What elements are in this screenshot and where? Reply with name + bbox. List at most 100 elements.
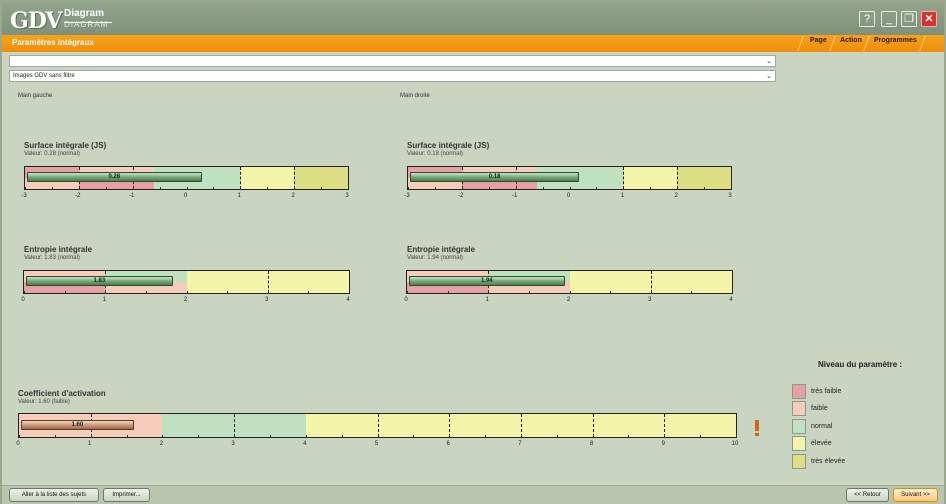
gauge-minor-tick (132, 187, 134, 189)
gauge-value-bar: 1.94 (409, 276, 565, 286)
title-bar: GDV Diagram DIAGRAM ? _ ❐ ✕ (2, 2, 944, 35)
gauge-zone (294, 167, 348, 189)
gauge-minor-tick (528, 291, 530, 293)
gauge-tick-label: 9 (661, 441, 665, 447)
gauge-tick-label: 8 (589, 441, 594, 447)
image-filter-value: Images GDV sans filtre (13, 73, 75, 79)
menu-programmes[interactable]: Programmes (874, 37, 917, 44)
gauge-tick-label: 2 (183, 297, 188, 303)
entropie-left-gauge: 1.83 (23, 270, 350, 294)
gauge-tick-label: 2 (566, 297, 571, 303)
help-icon[interactable]: ? (859, 11, 875, 27)
gauge-minor-tick (64, 291, 66, 293)
next-button[interactable]: Suivant >> (893, 488, 938, 502)
gauge-tick-label: -1 (511, 193, 518, 199)
gauge-gridline (294, 167, 296, 189)
gauge-minor-tick (413, 435, 415, 437)
gauge-minor-tick (186, 291, 188, 293)
warning-icon (755, 420, 759, 436)
gauge-minor-tick (515, 187, 517, 189)
gauge-minor-tick (341, 435, 343, 437)
gauge-minor-tick (321, 187, 323, 189)
restore-icon[interactable]: ❐ (901, 11, 917, 27)
surface-left-gauge: 0.28 (24, 166, 349, 190)
subjects-list-button[interactable]: Aller à la liste des sujets (9, 488, 99, 502)
close-icon[interactable]: ✕ (921, 11, 937, 27)
activation-title: Coefficient d'activation (18, 389, 106, 398)
entropie-right-gauge: 1.94 (406, 270, 733, 294)
gauge-gridline (234, 414, 236, 437)
gauge-minor-tick (24, 291, 25, 293)
legend-label: très élevée (811, 458, 846, 465)
surface-right-gauge: 0.18 (407, 166, 732, 190)
menu-separator (829, 36, 841, 51)
back-button[interactable]: << Retour (846, 488, 889, 502)
gauge-tick-label: 1 (485, 297, 489, 303)
app-logo: GDV (10, 8, 63, 34)
legend-label: normal (811, 423, 833, 430)
gauge-tick-label: 4 (346, 297, 350, 303)
gauge-minor-tick (90, 435, 92, 437)
gauge-gridline (520, 414, 522, 437)
gauge-minor-tick (488, 291, 490, 293)
gauge-value-bar: 0.28 (27, 172, 202, 182)
gauge-minor-tick (650, 187, 652, 189)
gauge-tick-label: -3 (21, 193, 27, 199)
legend-title: Niveau du paramètre : (818, 360, 903, 369)
legend-swatch (792, 436, 806, 451)
legend-item-faible: faible (792, 401, 932, 416)
subject-select[interactable]: ⌄ (9, 55, 776, 67)
gauge-tick-label: 3 (345, 193, 349, 199)
gauge-minor-tick (348, 187, 349, 189)
gauge-minor-tick (267, 187, 269, 189)
app-subname: DIAGRAM (64, 20, 109, 29)
legend-swatch (792, 454, 806, 469)
menu-separator (797, 36, 809, 51)
legend-swatch (792, 384, 806, 399)
chevron-down-icon: ⌄ (766, 73, 772, 80)
gauge-minor-tick (186, 187, 188, 189)
legend-item-tres-faible: très faible (792, 384, 932, 399)
chevron-down-icon: ⌄ (766, 58, 772, 65)
image-filter-select[interactable]: Images GDV sans filtre ⌄ (9, 70, 776, 82)
gauge-minor-tick (628, 435, 630, 437)
entropie-right-title: Entropie intégrale (407, 245, 476, 254)
gauge-tick-label: 1 (620, 193, 624, 199)
gauge-minor-tick (623, 187, 625, 189)
menu-action[interactable]: Action (840, 37, 862, 44)
menu-separator (919, 36, 931, 51)
gauge-minor-tick (700, 435, 702, 437)
entropie-right-value: Valeur: 1.94 (normal) (407, 255, 463, 261)
gauge-tick-label: -3 (404, 193, 410, 199)
gauge-minor-tick (691, 291, 693, 293)
gauge-minor-tick (542, 187, 544, 189)
gauge-minor-tick (198, 435, 200, 437)
legend-swatch (792, 401, 806, 416)
gauge-minor-tick (408, 187, 409, 189)
gauge-minor-tick (267, 291, 269, 293)
gauge-tick-label: 3 (265, 297, 269, 303)
menu-page[interactable]: Page (810, 37, 827, 44)
gauge-minor-tick (234, 435, 236, 437)
gauge-gridline (664, 414, 666, 437)
gauge-minor-tick (162, 435, 164, 437)
gauge-minor-tick (308, 291, 310, 293)
gauge-value-bar: 1.60 (21, 419, 134, 430)
section-header: Paramètres intégraux Page Action Program… (2, 35, 944, 52)
gauge-gridline (449, 414, 451, 437)
gauge-tick-label: 1 (88, 441, 92, 447)
gauge-minor-tick (145, 291, 147, 293)
activation-value: Valeur: 1.60 (faible) (18, 399, 70, 405)
app-name: Diagram (64, 8, 105, 19)
legend-swatch (792, 419, 806, 434)
gauge-minor-tick (736, 435, 737, 437)
gauge-minor-tick (51, 187, 53, 189)
menu-separator (863, 36, 875, 51)
print-button[interactable]: Imprimer... (103, 488, 150, 502)
minimize-icon[interactable]: _ (881, 11, 897, 27)
gauge-tick-label: 10 (731, 441, 739, 447)
gauge-minor-tick (520, 435, 522, 437)
gauge-zone (240, 167, 295, 189)
gauge-minor-tick (78, 187, 80, 189)
gauge-minor-tick (596, 187, 598, 189)
